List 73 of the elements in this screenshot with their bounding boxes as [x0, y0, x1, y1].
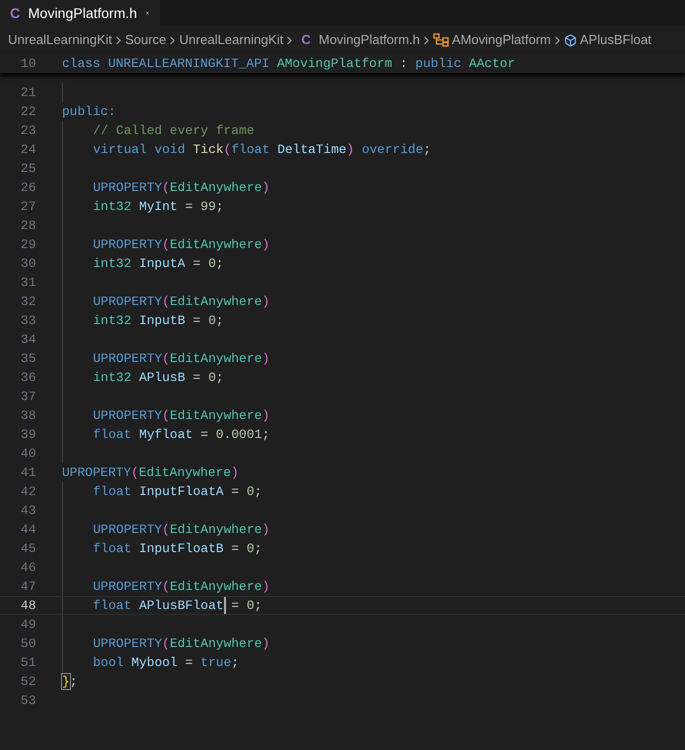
text-cursor: [224, 597, 226, 614]
code-line: float InputFloatB = 0;: [92, 540, 262, 558]
code-line: int32 APlusB = 0;: [92, 368, 224, 387]
c-file-icon: C: [10, 2, 20, 24]
breadcrumb-item[interactable]: C MovingPlatform.h: [296, 30, 420, 50]
line-number: 21: [20, 84, 36, 102]
line-number: 52: [20, 672, 36, 691]
code-line: UPROPERTY(EditAnywhere): [92, 178, 270, 197]
code-line: public:: [62, 102, 116, 121]
line-number: 10: [20, 54, 36, 73]
line-number: 35: [20, 350, 36, 368]
code-line: int32 MyInt = 99;: [92, 198, 224, 216]
code-line: // Called every frame: [92, 122, 254, 140]
line-number: 45: [20, 540, 36, 558]
line-number: 42: [20, 482, 36, 501]
line-number: 53: [20, 692, 36, 710]
file-tab[interactable]: C MovingPlatform.h: [0, 0, 160, 26]
code-line: float APlusBFloat = 0;: [92, 596, 262, 616]
line-number: 26: [20, 178, 36, 197]
code-line: UPROPERTY(EditAnywhere): [92, 350, 270, 368]
line-number: 22: [20, 102, 36, 121]
breadcrumb-item[interactable]: AMovingPlatform: [432, 30, 551, 50]
code-line: float InputFloatA = 0;: [92, 482, 262, 501]
class-icon: [432, 33, 449, 47]
breadcrumb-item[interactable]: UnrealLearningKit: [179, 30, 284, 50]
line-number: 38: [20, 406, 36, 425]
line-number: 51: [20, 654, 36, 672]
line-number: 41: [20, 464, 36, 482]
breadcrumb-label: MovingPlatform.h: [318, 31, 420, 50]
line-number: 48: [20, 596, 36, 615]
breadcrumb-label: APlusBFloat: [580, 31, 652, 50]
tab-title: MovingPlatform.h: [28, 4, 138, 23]
line-number: 23: [20, 122, 36, 140]
breadcrumb-item[interactable]: APlusBFloat: [564, 30, 652, 50]
line-number: 43: [20, 502, 36, 520]
cube-icon: [564, 34, 577, 46]
code-line: UPROPERTY(EditAnywhere): [92, 520, 270, 539]
code-line: class UNREALLEARNINGKIT_API AMovingPlatform : public AActor: [62, 54, 516, 73]
line-number: 33: [20, 312, 36, 330]
line-number: 36: [20, 368, 36, 387]
breadcrumb-item[interactable]: UnrealLearningKit: [8, 30, 112, 50]
line-number: 32: [20, 292, 36, 311]
code-line: int32 InputA = 0;: [92, 254, 224, 273]
line-number: 31: [20, 274, 36, 292]
line-number: 28: [20, 216, 36, 235]
breadcrumb-item[interactable]: Source: [125, 30, 166, 50]
line-number: 29: [20, 236, 36, 254]
code-line: UPROPERTY(EditAnywhere): [92, 406, 270, 425]
line-number: 39: [20, 426, 36, 444]
code-line: int32 InputB = 0;: [92, 312, 224, 330]
code-line: UPROPERTY(EditAnywhere): [92, 236, 270, 254]
code-line: UPROPERTY(EditAnywhere): [92, 292, 270, 311]
line-number: 47: [20, 578, 36, 596]
code-line: virtual void Tick(float DeltaTime) override;: [92, 140, 431, 159]
line-number: 25: [20, 160, 36, 178]
line-number: 44: [20, 520, 36, 539]
code-line: UPROPERTY(EditAnywhere): [62, 464, 239, 482]
c-file-icon: C: [301, 30, 311, 50]
line-number: 30: [20, 254, 36, 273]
code-line: float Myfloat = 0.0001;: [92, 426, 270, 444]
code-line: UPROPERTY(EditAnywhere): [92, 634, 270, 653]
line-number: 24: [20, 140, 36, 159]
code-line: bool Mybool = true;: [92, 654, 239, 672]
code-line: };: [62, 672, 78, 691]
breadcrumb-label: AMovingPlatform: [452, 31, 551, 50]
line-number: 40: [20, 444, 36, 463]
code-line: UPROPERTY(EditAnywhere): [92, 578, 270, 596]
line-number: 34: [20, 330, 36, 349]
line-number: 37: [20, 388, 36, 406]
line-number: 49: [20, 616, 36, 634]
line-number: 27: [20, 198, 36, 216]
line-number: 46: [20, 558, 36, 577]
line-number: 50: [20, 634, 36, 653]
